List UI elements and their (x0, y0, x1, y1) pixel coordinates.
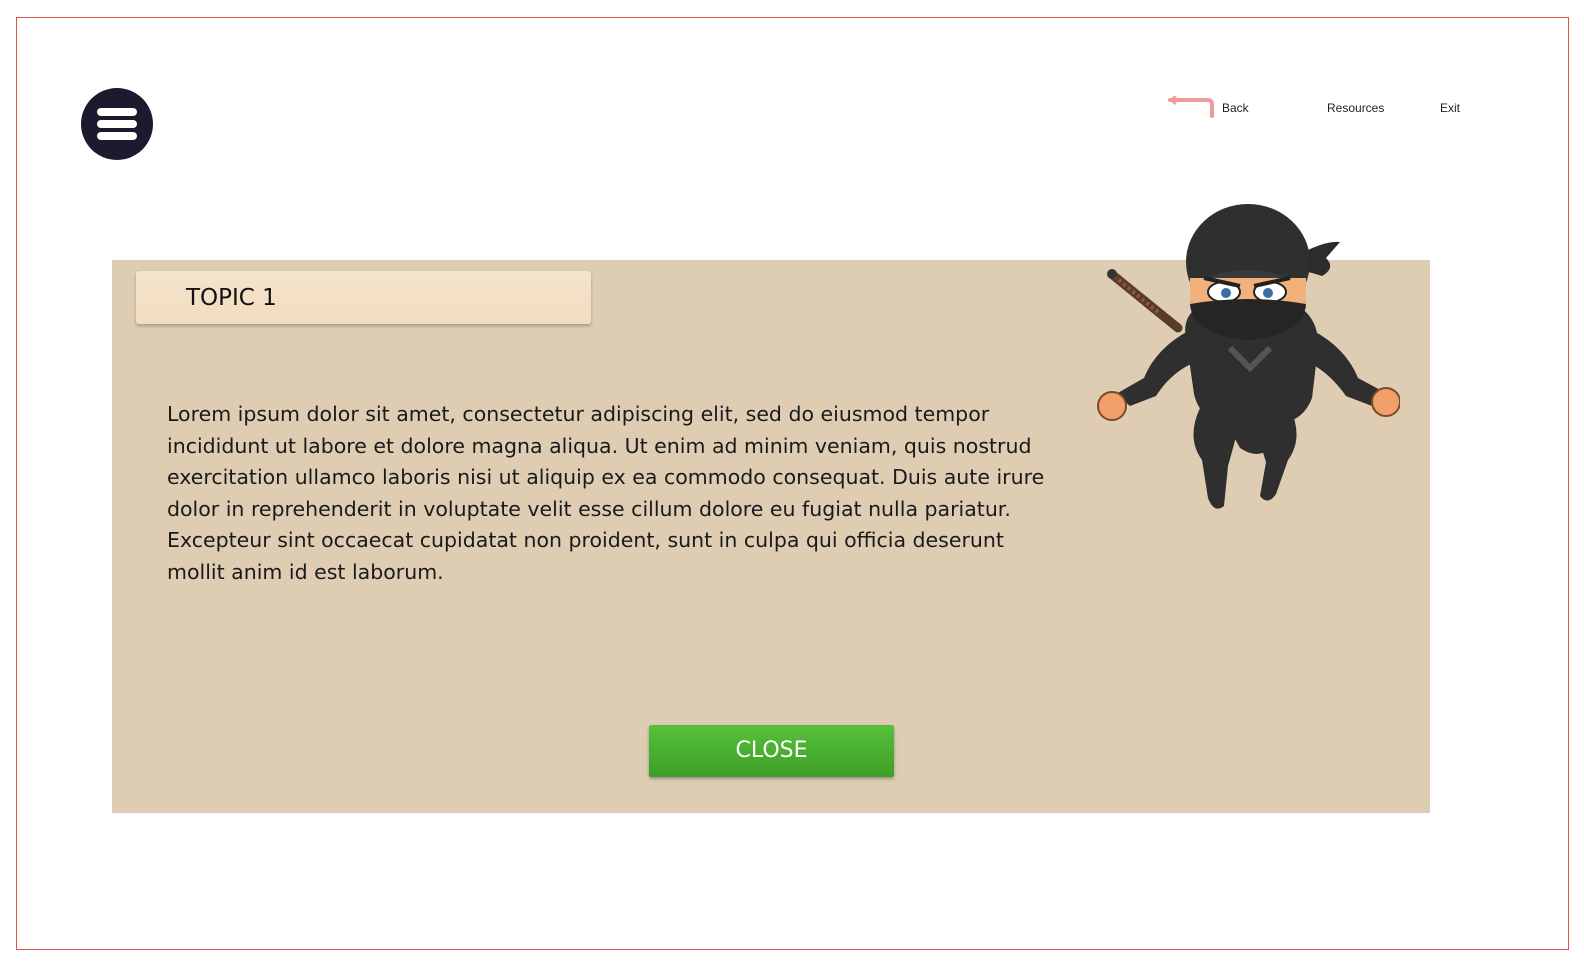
ninja-character (1097, 204, 1400, 509)
back-label: Back (1222, 101, 1249, 115)
close-button[interactable]: CLOSE (649, 725, 894, 777)
topic-body-text: Lorem ipsum dolor sit amet, consectetur … (167, 402, 1045, 584)
exit-button[interactable]: Exit (1440, 98, 1460, 118)
menu-bar (97, 132, 137, 140)
topic-header: TOPIC 1 (136, 271, 591, 324)
menu-bar (97, 108, 137, 116)
back-arrow-icon (1168, 96, 1214, 118)
menu-bar (97, 120, 137, 128)
hamburger-menu-button[interactable] (81, 88, 153, 160)
topic-title: TOPIC 1 (186, 285, 277, 311)
resources-button[interactable]: Resources (1327, 98, 1384, 118)
